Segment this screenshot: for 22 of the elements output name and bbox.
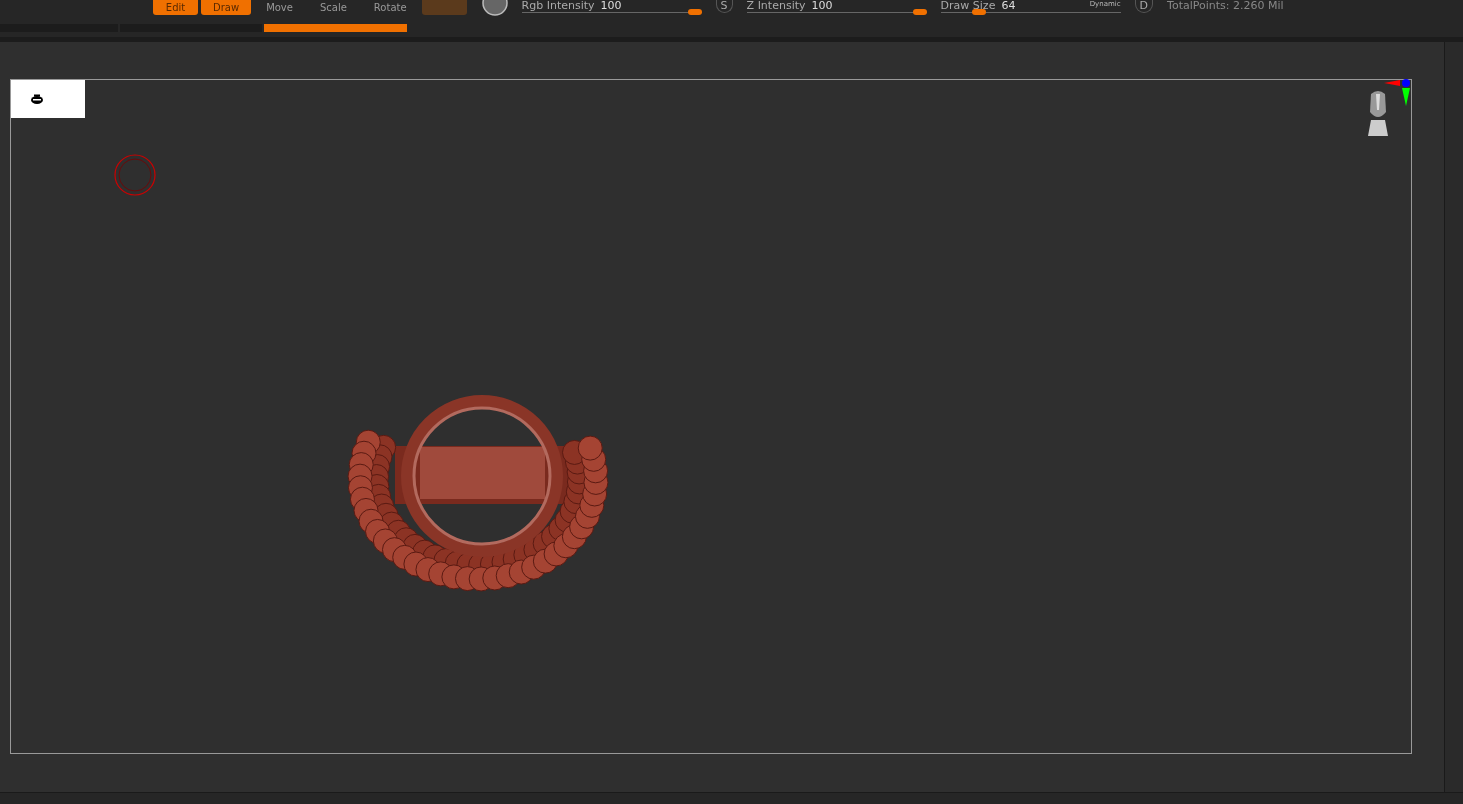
toolbar-button[interactable]: Draw xyxy=(201,0,252,15)
axis-gizmo-icon[interactable] xyxy=(1384,79,1412,107)
slider-thumb[interactable] xyxy=(912,9,927,15)
slider-label: Draw Size xyxy=(940,0,996,12)
slider[interactable]: Z Intensity 100 xyxy=(746,0,927,13)
slider-value: 100 xyxy=(600,0,622,12)
slider-thumb[interactable] xyxy=(687,9,702,15)
toolbar-button[interactable]: Move xyxy=(254,0,305,15)
toolbar-button[interactable]: Edit xyxy=(153,0,198,15)
toolbar-button[interactable]: Rotate xyxy=(361,0,419,15)
slider-value: 100 xyxy=(811,0,833,12)
slider-value: 64 xyxy=(1001,0,1016,12)
brush-cursor-icon xyxy=(114,154,156,196)
total-points: TotalPoints: 2.260 Mil xyxy=(1167,0,1284,12)
toolbar-button[interactable]: Scale xyxy=(307,0,359,15)
slider[interactable]: Rgb Intensity 100 xyxy=(521,0,702,13)
slider-thumb[interactable] xyxy=(971,9,986,15)
head-navigation-icon[interactable] xyxy=(1366,90,1390,136)
slider-label: Z Intensity xyxy=(746,0,806,12)
color-swatch[interactable] xyxy=(421,0,467,15)
thumbnail[interactable] xyxy=(11,80,85,118)
slider-label: Rgb Intensity xyxy=(521,0,595,12)
